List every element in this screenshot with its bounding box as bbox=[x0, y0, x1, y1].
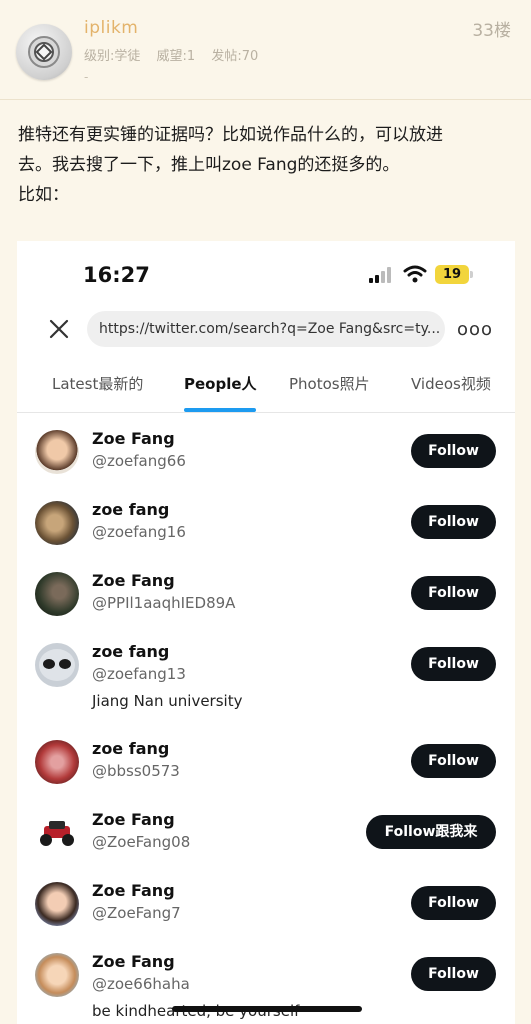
user-name[interactable]: zoe fang bbox=[92, 500, 169, 519]
post-text-line: 推特还有更实锤的证据吗？比如说作品什么的，可以放进 bbox=[18, 125, 443, 145]
user-handle: @zoefang13 bbox=[92, 665, 186, 683]
user-avatar-photo[interactable] bbox=[35, 882, 79, 926]
follow-button[interactable]: Follow bbox=[411, 434, 496, 468]
user-meta: 级别:学徒 威望:1 发帖:70 bbox=[84, 45, 270, 64]
post-text-line: 去。我去搜了一下，推上叫zoe Fang的还挺多的。 bbox=[18, 155, 400, 175]
user-name[interactable]: Zoe Fang bbox=[92, 810, 175, 829]
follow-button[interactable]: Follow bbox=[411, 744, 496, 778]
user-name[interactable]: Zoe Fang bbox=[92, 881, 175, 900]
user-level: 级别:学徒 bbox=[84, 49, 141, 64]
floor-number: 33楼 bbox=[472, 21, 511, 41]
user-avatar-photo[interactable] bbox=[35, 501, 79, 545]
avatar-emblem-icon bbox=[28, 36, 60, 68]
follow-button[interactable]: Follow bbox=[411, 647, 496, 681]
url-field[interactable]: https://twitter.com/search?q=Zoe Fang&sr… bbox=[87, 311, 445, 347]
user-avatar[interactable] bbox=[16, 24, 72, 80]
user-handle: @zoefang16 bbox=[92, 523, 186, 541]
search-tabs: Latest最新的 People人 Photos照片 Videos视频 bbox=[17, 361, 515, 413]
active-tab-indicator bbox=[184, 408, 256, 412]
alien-face-icon bbox=[39, 649, 75, 681]
post-header: iplikm 级别:学徒 威望:1 发帖:70 - 33楼 bbox=[0, 0, 531, 100]
tab-people[interactable]: People人 bbox=[184, 373, 257, 394]
close-icon[interactable] bbox=[47, 317, 71, 341]
toy-car-icon bbox=[40, 821, 74, 846]
follow-button[interactable]: Follow bbox=[411, 886, 496, 920]
follow-button[interactable]: Follow bbox=[411, 957, 496, 991]
user-avatar-photo[interactable] bbox=[35, 811, 79, 855]
wifi-icon bbox=[403, 265, 427, 283]
user-avatar-photo[interactable] bbox=[35, 953, 79, 997]
user-avatar-photo[interactable] bbox=[35, 430, 79, 474]
follow-button[interactable]: Follow bbox=[411, 505, 496, 539]
follow-button[interactable]: Follow bbox=[411, 576, 496, 610]
battery-cap bbox=[470, 271, 473, 278]
cellular-signal-icon bbox=[369, 267, 391, 283]
tab-videos[interactable]: Videos视频 bbox=[411, 373, 491, 394]
user-post-count: 发帖:70 bbox=[211, 49, 259, 64]
user-avatar-photo[interactable] bbox=[35, 740, 79, 784]
user-handle: @PPIl1aaqhIED89A bbox=[92, 594, 236, 612]
user-handle: @zoefang66 bbox=[92, 452, 186, 470]
tab-photos[interactable]: Photos照片 bbox=[289, 373, 370, 394]
user-handle: @zoe66haha bbox=[92, 975, 190, 993]
user-handle: @ZoeFang08 bbox=[92, 833, 191, 851]
follow-button[interactable]: Follow跟我来 bbox=[366, 815, 496, 849]
user-name[interactable]: zoe fang bbox=[92, 642, 169, 661]
user-name[interactable]: zoe fang bbox=[92, 739, 169, 758]
username[interactable]: iplikm bbox=[84, 18, 138, 38]
user-avatar-photo[interactable] bbox=[35, 643, 79, 687]
clock: 16:27 bbox=[83, 263, 150, 287]
user-avatar-photo[interactable] bbox=[35, 572, 79, 616]
home-indicator bbox=[172, 1006, 362, 1012]
user-name[interactable]: Zoe Fang bbox=[92, 952, 175, 971]
user-handle: @bbss0573 bbox=[92, 762, 180, 780]
user-handle: @ZoeFang7 bbox=[92, 904, 181, 922]
battery-icon: 19 bbox=[435, 265, 469, 284]
tab-latest[interactable]: Latest最新的 bbox=[52, 373, 143, 394]
user-name[interactable]: Zoe Fang bbox=[92, 571, 175, 590]
browser-bar: https://twitter.com/search?q=Zoe Fang&sr… bbox=[17, 307, 515, 351]
post-text-line: 比如： bbox=[18, 185, 69, 205]
user-prestige: 威望:1 bbox=[156, 49, 196, 64]
user-bio: Jiang Nan university bbox=[92, 692, 243, 710]
embedded-screenshot[interactable]: 16:27 19 https://twitter.com/search?q=Zo… bbox=[17, 241, 515, 1024]
user-signature: - bbox=[84, 70, 89, 84]
more-options-icon[interactable]: ooo bbox=[457, 319, 493, 340]
status-bar: 16:27 19 bbox=[17, 241, 515, 303]
user-name[interactable]: Zoe Fang bbox=[92, 429, 175, 448]
post-body: 推特还有更实锤的证据吗？比如说作品什么的，可以放进 去。我去搜了一下，推上叫zo… bbox=[18, 120, 513, 210]
